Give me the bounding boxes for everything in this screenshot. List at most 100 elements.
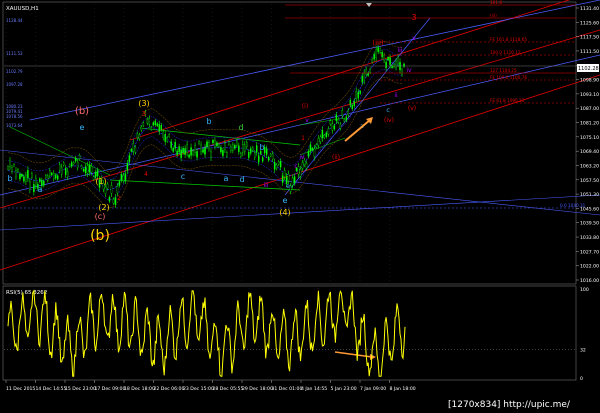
candle-body — [337, 118, 340, 123]
left-price-label: 1073.64 — [6, 123, 23, 128]
candle-body — [162, 131, 164, 138]
time-tick-label: 4 Jan 14:55 — [301, 386, 327, 392]
price-tick-label: 1045.60 — [580, 206, 599, 212]
candle-body — [176, 150, 178, 156]
candle-body — [335, 114, 338, 122]
candle-body — [116, 186, 119, 194]
candle-body — [104, 186, 107, 194]
candle-body — [216, 142, 218, 147]
candle-body — [82, 168, 85, 172]
price-tick-label: 1098.90 — [580, 78, 599, 84]
candle-body — [152, 122, 155, 126]
candle-body — [315, 144, 318, 148]
axis-layer: 1131.401125.601117.501111.501105.701098.… — [5, 6, 599, 392]
candle-body — [56, 175, 59, 180]
candle-body — [261, 157, 264, 162]
candle-body — [164, 134, 166, 142]
wave-label: iv — [406, 67, 412, 74]
candle-body — [307, 151, 310, 157]
candle-body — [317, 138, 320, 146]
candle-body — [273, 162, 276, 170]
candle-body — [393, 63, 395, 68]
candle-body — [232, 144, 234, 151]
candle-body — [387, 57, 389, 61]
candle-body — [92, 176, 95, 180]
wave-label: a — [224, 174, 229, 183]
rsi-tick-label: 32 — [580, 348, 586, 354]
candle-body — [375, 49, 377, 58]
candle-body — [210, 151, 212, 159]
price-tick-label: 1117.50 — [580, 35, 599, 41]
candle-body — [293, 176, 296, 183]
candle-body — [331, 123, 334, 131]
candle-body — [180, 150, 182, 158]
price-tick-label: 1027.70 — [580, 249, 599, 255]
candle-body — [359, 91, 361, 94]
candle-body — [110, 185, 113, 194]
candle-body — [242, 144, 244, 153]
candle-body — [363, 72, 365, 81]
price-tick-label: 1016.00 — [580, 278, 599, 284]
wave-label: 2 — [117, 195, 121, 202]
candle-body — [379, 48, 381, 53]
candle-body — [401, 69, 403, 75]
candle-body — [254, 152, 256, 158]
candle-body — [281, 175, 284, 183]
price-tick-label: 1051.30 — [580, 192, 599, 198]
wave-label: (4) — [279, 208, 290, 217]
time-tick-label: 11 Dec 2015 — [6, 386, 35, 392]
candle-body — [88, 164, 91, 173]
wave-label: d — [238, 123, 243, 132]
candle-body — [269, 153, 272, 157]
left-price-label: 1111.53 — [6, 51, 23, 56]
candle-body — [9, 160, 11, 168]
candle-body — [321, 129, 324, 138]
candle-body — [198, 141, 200, 145]
candle-body — [389, 57, 391, 65]
price-tick-label: 1057.50 — [580, 178, 599, 184]
candle-body — [76, 161, 79, 168]
candle-body — [200, 144, 202, 152]
wave-label: e — [80, 123, 85, 132]
rsi-arrow-head — [370, 354, 376, 360]
candle-body — [246, 142, 248, 148]
left-price-labels: 1128.441111.531102.791097.281080.231079.… — [6, 18, 23, 128]
wave-label: c — [294, 163, 297, 170]
price-tick-label: 1033.80 — [580, 235, 599, 241]
grid-layer — [5, 4, 390, 284]
candle-body — [291, 177, 294, 186]
candle-body — [72, 162, 75, 165]
wave-label: v — [412, 35, 416, 42]
candle-body — [84, 166, 87, 174]
candle-body — [329, 120, 332, 125]
candle-body — [257, 155, 260, 163]
chart-canvas: XAUUSD,H1 RSI(5) 65.3262 161.8 (iii) FE 16… — [0, 0, 600, 410]
candle-body — [287, 173, 290, 181]
wave-label: (b) — [90, 228, 110, 244]
candle-body — [58, 164, 61, 171]
candle-body — [218, 143, 220, 148]
time-tick-label: 22 Dec 06:00 — [154, 386, 185, 392]
candle-body — [323, 135, 326, 139]
candle-body — [126, 163, 129, 171]
candle-body — [238, 145, 240, 152]
candle-body — [353, 100, 356, 107]
wave-label: 3 — [411, 13, 416, 22]
candle-body — [86, 165, 89, 174]
candle-body — [140, 126, 143, 131]
candle-body — [357, 91, 359, 99]
candle-body — [265, 148, 268, 155]
wave-label: (i) — [302, 103, 308, 110]
candle-body — [78, 155, 81, 159]
candle-body — [299, 169, 302, 177]
candle-body — [19, 174, 21, 180]
left-price-label: 1128.44 — [6, 18, 23, 23]
wave-label: 3 — [142, 110, 146, 118]
candle-body — [333, 125, 336, 130]
wave-label: 1 — [301, 135, 305, 142]
candle-body — [250, 148, 252, 154]
price-panel-frame — [2, 1, 577, 285]
candle-body — [186, 144, 188, 153]
candle-body — [220, 147, 222, 153]
candle-body — [224, 142, 226, 150]
